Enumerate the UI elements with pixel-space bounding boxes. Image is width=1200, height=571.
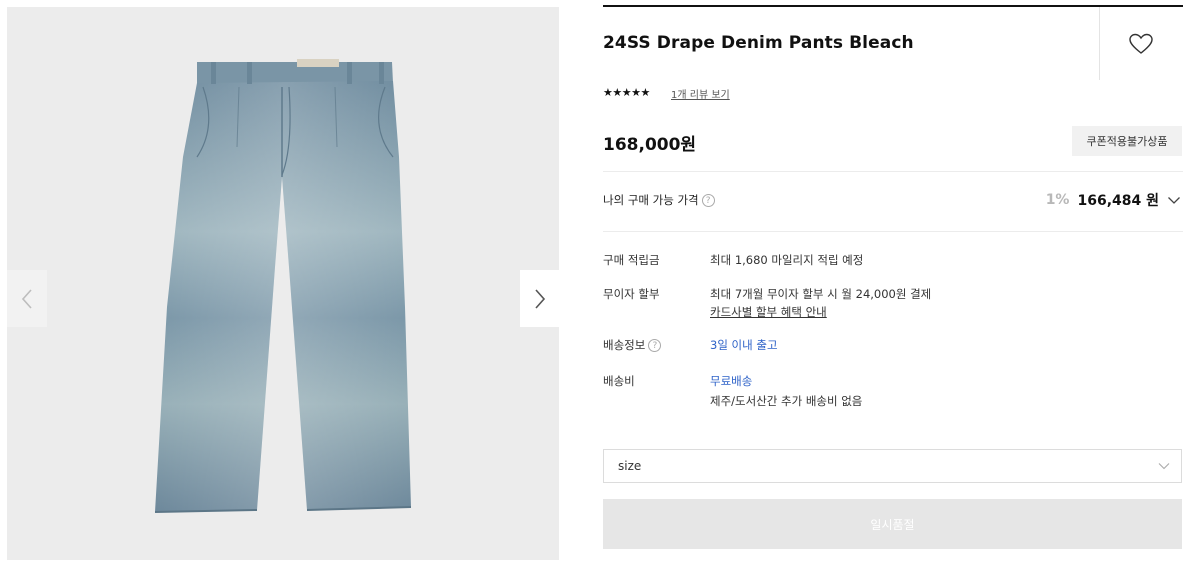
points-value: 최대 1,680 마일리지 적립 예정 bbox=[710, 253, 864, 267]
size-select-placeholder: size bbox=[618, 459, 642, 473]
product-info-panel: 24SS Drape Denim Pants Bleach ★★★★★ 1개 리… bbox=[603, 0, 1183, 571]
product-price: 168,000원 bbox=[603, 135, 697, 155]
installment-benefits-link[interactable]: 카드사별 할부 혜택 안내 bbox=[710, 304, 827, 320]
shipping-info-label: 배송정보? bbox=[603, 337, 662, 353]
size-select[interactable]: size bbox=[603, 449, 1182, 483]
chevron-down-icon bbox=[1158, 463, 1170, 470]
chevron-right-icon bbox=[535, 288, 546, 309]
heart-icon bbox=[1129, 33, 1153, 54]
shipping-fee-value: 무료배송 bbox=[710, 374, 753, 388]
soldout-button[interactable]: 일시품절 bbox=[603, 499, 1182, 549]
section-divider bbox=[603, 231, 1183, 232]
question-circle-icon[interactable]: ? bbox=[648, 339, 662, 352]
section-divider bbox=[603, 171, 1183, 172]
next-image-button[interactable] bbox=[520, 270, 559, 327]
points-label: 구매 적립금 bbox=[603, 253, 660, 267]
rating-stars: ★★★★★ bbox=[603, 86, 650, 99]
shipping-info-label-text: 배송정보 bbox=[603, 338, 646, 352]
wishlist-button[interactable] bbox=[1127, 30, 1155, 58]
installment-value: 최대 7개월 무이자 할부 시 월 24,000원 결제 bbox=[710, 287, 932, 301]
prev-image-button[interactable] bbox=[7, 270, 47, 327]
product-gallery bbox=[7, 7, 559, 560]
product-image bbox=[154, 59, 412, 513]
coupon-badge: 쿠폰적용불가상품 bbox=[1072, 126, 1182, 156]
my-price-amount: 166,484 원 bbox=[1077, 193, 1159, 209]
review-link[interactable]: 1개 리뷰 보기 bbox=[671, 86, 730, 101]
shipping-info-value: 3일 이내 출고 bbox=[710, 338, 778, 352]
question-circle-icon[interactable]: ? bbox=[701, 194, 715, 207]
wishlist-divider bbox=[1099, 7, 1100, 80]
installment-label: 무이자 할부 bbox=[603, 287, 660, 301]
shipping-fee-note: 제주/도서산간 추가 배송비 없음 bbox=[710, 394, 863, 408]
my-price-label: 나의 구매 가능 가격? bbox=[603, 192, 715, 208]
chevron-down-icon bbox=[1168, 197, 1180, 204]
shipping-fee-label: 배송비 bbox=[603, 374, 635, 388]
discount-percent: 1% bbox=[1045, 192, 1070, 208]
my-price-toggle[interactable]: 1% 166,484 원 bbox=[1046, 190, 1181, 210]
my-price-label-text: 나의 구매 가능 가격 bbox=[603, 193, 699, 207]
chevron-left-icon bbox=[21, 288, 32, 309]
top-divider bbox=[603, 5, 1183, 7]
product-title: 24SS Drape Denim Pants Bleach bbox=[603, 33, 914, 53]
